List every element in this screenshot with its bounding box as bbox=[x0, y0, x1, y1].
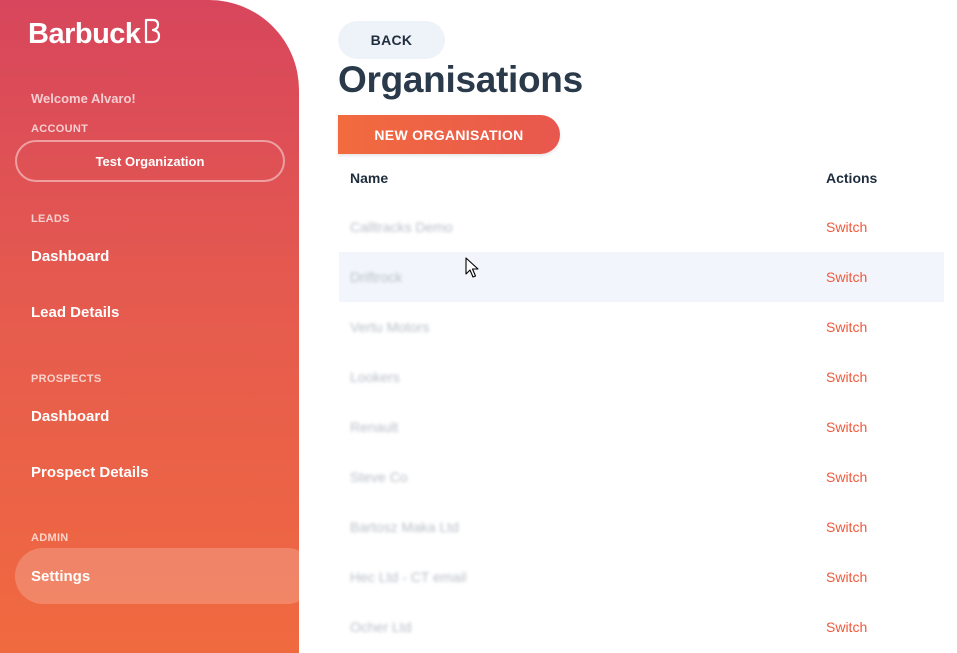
sidebar-item-leads-dashboard[interactable]: Dashboard bbox=[31, 248, 109, 265]
new-organisation-button[interactable]: NEW ORGANISATION bbox=[338, 115, 560, 154]
organisations-table: Name Actions Calltracks Demo Switch Drif… bbox=[339, 152, 944, 652]
section-label-prospects: PROSPECTS bbox=[31, 373, 102, 385]
table-row: Hec Ltd - CT email Switch bbox=[339, 552, 944, 602]
table-row: Lookers Switch bbox=[339, 352, 944, 402]
column-header-actions: Actions bbox=[826, 170, 878, 186]
sidebar-item-prospect-details[interactable]: Prospect Details bbox=[31, 464, 149, 481]
organisation-name: Steve Co bbox=[350, 469, 408, 485]
table-row: Vertu Motors Switch bbox=[339, 302, 944, 352]
organisation-name: Driftrock bbox=[350, 269, 403, 285]
organisation-name: Ocher Ltd bbox=[350, 619, 412, 635]
table-row: Steve Co Switch bbox=[339, 452, 944, 502]
switch-link[interactable]: Switch bbox=[826, 369, 867, 385]
barbuck-b-icon bbox=[143, 18, 161, 49]
switch-link[interactable]: Switch bbox=[826, 269, 867, 285]
table-row: Calltracks Demo Switch bbox=[339, 202, 944, 252]
organisation-name: Vertu Motors bbox=[350, 319, 430, 335]
table-header: Name Actions bbox=[339, 152, 944, 202]
section-label-account: ACCOUNT bbox=[31, 123, 89, 135]
page-title: Organisations bbox=[338, 59, 583, 100]
switch-link[interactable]: Switch bbox=[826, 419, 867, 435]
back-button[interactable]: BACK bbox=[338, 21, 445, 59]
organization-selector[interactable]: Test Organization bbox=[15, 140, 285, 182]
welcome-message: Welcome Alvaro! bbox=[31, 91, 136, 106]
table-row: Ocher Ltd Switch bbox=[339, 602, 944, 652]
brand-logo[interactable]: Barbuck bbox=[28, 18, 161, 51]
switch-link[interactable]: Switch bbox=[826, 569, 867, 585]
organisation-name: Calltracks Demo bbox=[350, 219, 453, 235]
brand-name: Barbuck bbox=[28, 18, 141, 50]
sidebar-item-settings[interactable]: Settings bbox=[15, 548, 299, 604]
sidebar-item-label: Settings bbox=[31, 567, 91, 585]
switch-link[interactable]: Switch bbox=[826, 319, 867, 335]
switch-link[interactable]: Switch bbox=[826, 519, 867, 535]
column-header-name: Name bbox=[350, 170, 389, 186]
mouse-pointer-icon bbox=[465, 257, 479, 284]
sidebar-item-lead-details[interactable]: Lead Details bbox=[31, 304, 119, 321]
switch-link[interactable]: Switch bbox=[826, 619, 867, 635]
organisation-name: Bartosz Maka Ltd bbox=[350, 519, 459, 535]
sidebar-item-prospects-dashboard[interactable]: Dashboard bbox=[31, 408, 109, 425]
section-label-admin: ADMIN bbox=[31, 532, 69, 544]
organisation-name: Lookers bbox=[350, 369, 400, 385]
organisation-name: Hec Ltd - CT email bbox=[350, 569, 467, 585]
switch-link[interactable]: Switch bbox=[826, 219, 867, 235]
table-row: Renault Switch bbox=[339, 402, 944, 452]
organisation-name: Renault bbox=[350, 419, 399, 435]
table-row: Driftrock Switch bbox=[339, 252, 944, 302]
sidebar: Barbuck Welcome Alvaro! ACCOUNT Test Org… bbox=[0, 0, 299, 653]
table-row: Bartosz Maka Ltd Switch bbox=[339, 502, 944, 552]
switch-link[interactable]: Switch bbox=[826, 469, 867, 485]
section-label-leads: LEADS bbox=[31, 213, 70, 225]
